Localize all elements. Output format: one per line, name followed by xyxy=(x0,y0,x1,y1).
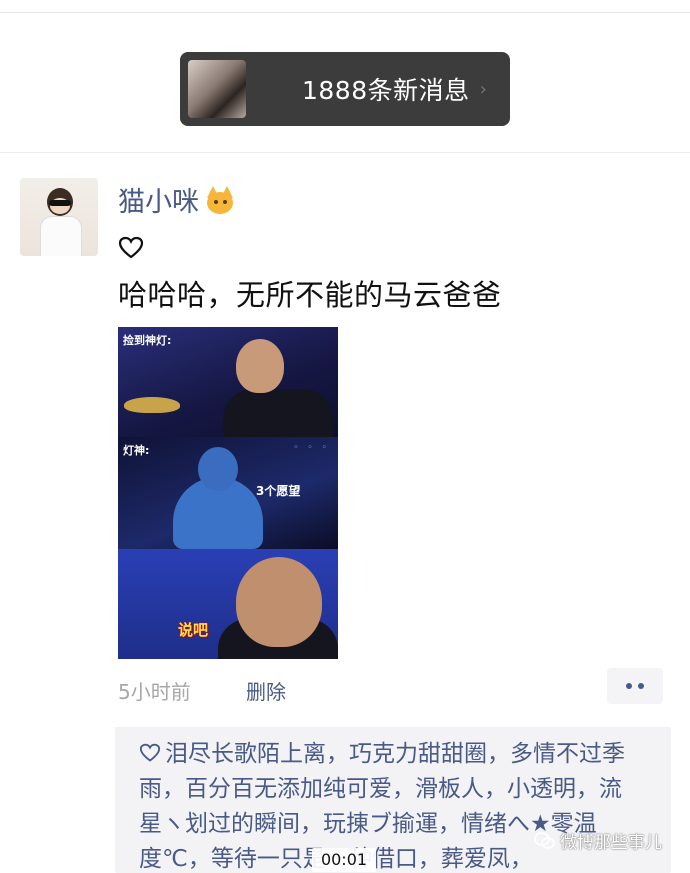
meme-panel-1-label: 捡到神灯: xyxy=(123,334,172,347)
meme-panel-2-label: 灯神: xyxy=(123,444,150,457)
wechat-icon xyxy=(534,831,555,849)
meme-image[interactable]: 捡到神灯: 灯神: ◦ ◦ ◦ 3个愿望 说吧 xyxy=(118,327,338,659)
like-heart-icon xyxy=(139,743,161,762)
video-timestamp: 00:01 xyxy=(312,848,376,872)
meme-panel-1: 捡到神灯: xyxy=(118,327,338,437)
more-options-button[interactable] xyxy=(607,668,663,704)
delete-link[interactable]: 删除 xyxy=(246,676,286,705)
more-dots-icon xyxy=(626,683,632,689)
watermark: 微博那些事儿 xyxy=(534,828,662,853)
magic-lamp xyxy=(124,397,180,413)
username[interactable]: 猫小咪 xyxy=(118,180,199,219)
cat-emoji-icon xyxy=(205,185,235,214)
notification-avatar xyxy=(188,60,246,118)
meme-panel-3: 说吧 xyxy=(118,549,338,659)
post-text: 哈哈哈，无所不能的马云爸爸 xyxy=(118,278,502,312)
username-row[interactable]: 猫小咪 xyxy=(118,180,235,219)
watermark-text: 微博那些事儿 xyxy=(560,833,662,853)
post-time: 5小时前 xyxy=(118,680,191,704)
heart-icon xyxy=(118,236,144,259)
new-messages-banner[interactable]: 1888条新消息 › xyxy=(180,52,510,126)
meme-panel-3-caption: 说吧 xyxy=(178,621,209,639)
new-messages-text: 1888条新消息 xyxy=(302,76,470,105)
meme-panel-2-caption: 3个愿望 xyxy=(256,484,301,498)
top-divider xyxy=(0,12,690,13)
section-divider xyxy=(0,152,690,153)
meme-panel-2: 灯神: ◦ ◦ ◦ 3个愿望 xyxy=(118,437,338,549)
chevron-right-icon: › xyxy=(479,78,487,100)
user-avatar[interactable] xyxy=(20,178,98,256)
